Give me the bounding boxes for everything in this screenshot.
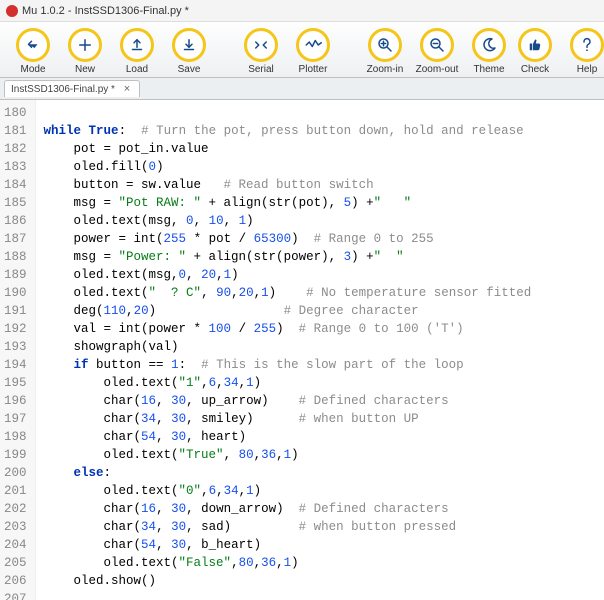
- close-icon[interactable]: ×: [121, 83, 133, 95]
- serial-button[interactable]: Serial: [238, 28, 284, 75]
- code-line: button = sw.value # Read button switch: [44, 176, 532, 194]
- moon-icon: [472, 28, 506, 62]
- plus-icon: [68, 28, 102, 62]
- code-line: showgraph(val): [44, 338, 532, 356]
- code-line: [44, 590, 532, 600]
- zoom-out-icon: [420, 28, 454, 62]
- code-line: val = int(power * 100 / 255) # Range 0 t…: [44, 320, 532, 338]
- theme-button[interactable]: Theme: [466, 28, 512, 75]
- upload-icon: [120, 28, 154, 62]
- code-line: [44, 104, 532, 122]
- zoom-out-button[interactable]: Zoom-out: [414, 28, 460, 75]
- thumb-up-icon: [518, 28, 552, 62]
- code-line: char(54, 30, heart): [44, 428, 532, 446]
- code-line: power = int(255 * pot / 65300) # Range 0…: [44, 230, 532, 248]
- code-line: deg(110,20) # Degree character: [44, 302, 532, 320]
- mode-button[interactable]: Mode: [10, 28, 56, 75]
- plotter-icon: [296, 28, 330, 62]
- app-icon: [6, 5, 18, 17]
- code-area[interactable]: while True: # Turn the pot, press button…: [36, 100, 540, 600]
- line-gutter: 1801811821831841851861871881891901911921…: [0, 100, 36, 600]
- plotter-button[interactable]: Plotter: [290, 28, 336, 75]
- code-line: oled.text("0",6,34,1): [44, 482, 532, 500]
- question-icon: [570, 28, 604, 62]
- load-button[interactable]: Load: [114, 28, 160, 75]
- code-line: if button == 1: # This is the slow part …: [44, 356, 532, 374]
- code-line: oled.text("True", 80,36,1): [44, 446, 532, 464]
- help-button[interactable]: Help: [564, 28, 604, 75]
- code-line: oled.fill(0): [44, 158, 532, 176]
- code-line: char(34, 30, smiley) # when button UP: [44, 410, 532, 428]
- download-icon: [172, 28, 206, 62]
- title-bar: Mu 1.0.2 - InstSSD1306-Final.py *: [0, 0, 604, 22]
- code-line: char(16, 30, down_arrow) # Defined chara…: [44, 500, 532, 518]
- serial-icon: [244, 28, 278, 62]
- code-line: pot = pot_in.value: [44, 140, 532, 158]
- window-title: Mu 1.0.2 - InstSSD1306-Final.py *: [22, 5, 189, 17]
- code-line: char(16, 30, up_arrow) # Defined charact…: [44, 392, 532, 410]
- tab-bar: InstSSD1306-Final.py * ×: [0, 78, 604, 100]
- code-line: oled.text("1",6,34,1): [44, 374, 532, 392]
- code-line: msg = "Power: " + align(str(power), 3) +…: [44, 248, 532, 266]
- code-line: else:: [44, 464, 532, 482]
- zoom-in-button[interactable]: Zoom-in: [362, 28, 408, 75]
- code-line: char(34, 30, sad) # when button pressed: [44, 518, 532, 536]
- code-line: oled.text(" ? C", 90,20,1) # No temperat…: [44, 284, 532, 302]
- check-button[interactable]: Check: [512, 28, 558, 75]
- toolbar-group-left: Mode New Load Save Serial Plotter Zoom-i…: [10, 28, 512, 75]
- tab-label: InstSSD1306-Final.py *: [11, 84, 115, 95]
- mode-icon: [16, 28, 50, 62]
- code-line: oled.text("False",80,36,1): [44, 554, 532, 572]
- toolbar: Mode New Load Save Serial Plotter Zoom-i…: [0, 22, 604, 78]
- zoom-in-icon: [368, 28, 402, 62]
- code-line: oled.show(): [44, 572, 532, 590]
- code-editor[interactable]: 1801811821831841851861871881891901911921…: [0, 100, 604, 600]
- code-line: while True: # Turn the pot, press button…: [44, 122, 532, 140]
- new-button[interactable]: New: [62, 28, 108, 75]
- code-line: oled.text(msg, 0, 10, 1): [44, 212, 532, 230]
- save-button[interactable]: Save: [166, 28, 212, 75]
- code-line: msg = "Pot RAW: " + align(str(pot), 5) +…: [44, 194, 532, 212]
- code-line: char(54, 30, b_heart): [44, 536, 532, 554]
- code-line: oled.text(msg,0, 20,1): [44, 266, 532, 284]
- file-tab[interactable]: InstSSD1306-Final.py * ×: [4, 80, 140, 97]
- toolbar-group-right: Check Help Quit: [512, 28, 604, 75]
